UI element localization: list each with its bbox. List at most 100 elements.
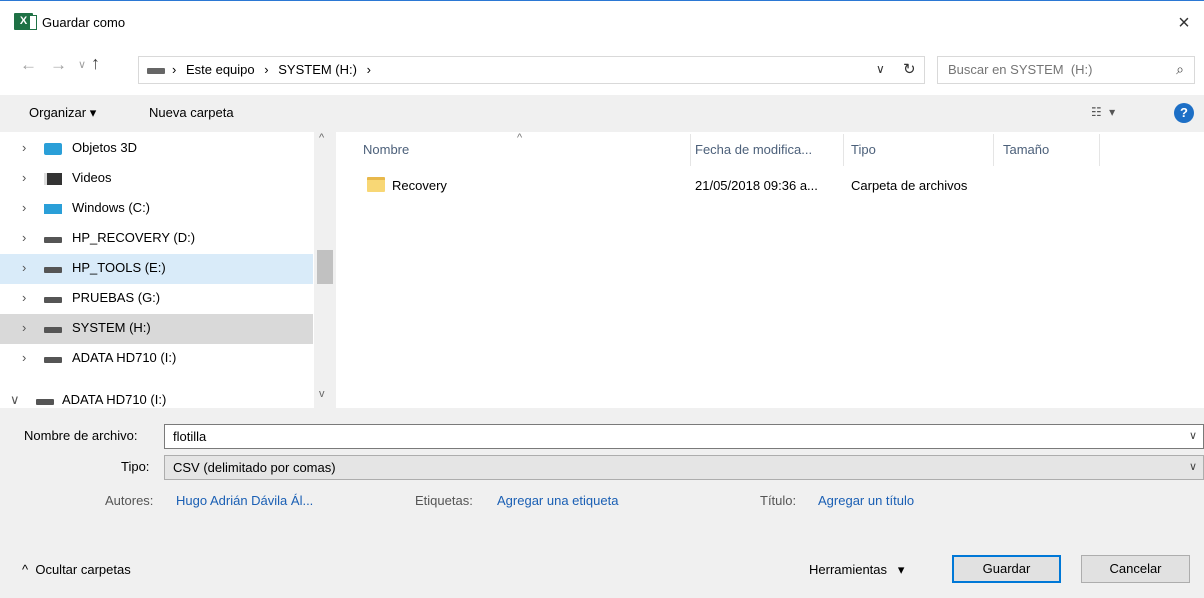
cube-icon (44, 143, 62, 155)
save-button[interactable]: Guardar (952, 555, 1061, 583)
film-icon (44, 173, 62, 185)
title-value[interactable]: Agregar un título (818, 493, 914, 508)
nav-item-label: ADATA HD710 (I:) (72, 350, 177, 365)
column-header-type[interactable]: Tipo (851, 142, 876, 157)
drive-icon (44, 327, 62, 333)
expand-chevron-icon[interactable]: › (22, 170, 26, 185)
tools-button[interactable]: Herramientas ▾ (809, 562, 904, 578)
expand-chevron-icon[interactable]: › (22, 140, 26, 155)
tags-label: Etiquetas: (415, 493, 473, 508)
save-options-panel: Nombre de archivo: ∨ Tipo: CSV (delimita… (0, 408, 1204, 598)
drive-icon (36, 399, 54, 405)
up-arrow-icon[interactable]: ↑ (91, 53, 100, 74)
expand-chevron-icon[interactable]: › (22, 200, 26, 215)
tags-value[interactable]: Agregar una etiqueta (497, 493, 618, 508)
tools-label: Herramientas (809, 562, 888, 577)
nav-item-pruebas[interactable]: › PRUEBAS (G:) (0, 284, 313, 314)
nav-item-label: Videos (72, 170, 112, 185)
column-header-name[interactable]: Nombre (363, 142, 409, 157)
file-name-cell[interactable]: Recovery (392, 178, 447, 193)
column-divider[interactable] (843, 134, 844, 166)
scrollbar-thumb[interactable] (317, 250, 333, 284)
filename-label: Nombre de archivo: (24, 428, 138, 443)
expand-chevron-icon[interactable]: › (22, 290, 26, 305)
column-header-date[interactable]: Fecha de modifica... (695, 142, 812, 157)
nav-item-3d-objects[interactable]: › Objetos 3D (0, 134, 313, 164)
breadcrumb-separator: › (264, 62, 269, 77)
search-box[interactable]: ⌕ (937, 56, 1195, 84)
hide-folders-button[interactable]: ^ Ocultar carpetas (22, 562, 131, 577)
drive-icon (44, 357, 62, 363)
navigation-pane: › Objetos 3D › Videos › Windows (C:) › H… (0, 132, 336, 408)
collapse-chevron-icon[interactable]: ∨ (10, 392, 20, 408)
filename-dropdown-chevron-icon[interactable]: ∨ (1189, 429, 1197, 442)
file-type-select[interactable]: CSV (delimitado por comas) ∨ (164, 455, 1204, 480)
column-divider[interactable] (993, 134, 994, 166)
forward-arrow-icon[interactable]: → (50, 55, 67, 75)
tools-dropdown-icon: ▾ (897, 562, 905, 577)
address-dropdown-chevron-icon[interactable]: ∨ (876, 62, 885, 76)
file-type-cell: Carpeta de archivos (851, 178, 968, 193)
window-title: Guardar como (42, 15, 126, 30)
address-bar[interactable]: › Este equipo › SYSTEM (H:) › ∨ ↻ (138, 56, 925, 84)
breadcrumb-system-drive[interactable]: SYSTEM (H:) (278, 62, 357, 77)
nav-item-label: Windows (C:) (72, 200, 151, 215)
filename-input[interactable] (173, 429, 1133, 444)
cancel-button[interactable]: Cancelar (1081, 555, 1190, 583)
nav-item-hp-recovery[interactable]: › HP_RECOVERY (D:) (0, 224, 313, 254)
file-type-value: CSV (delimitado por comas) (173, 460, 336, 475)
authors-value[interactable]: Hugo Adrián Dávila Ál... (176, 493, 313, 508)
nav-item-label: Objetos 3D (72, 140, 138, 155)
nav-item-label: HP_TOOLS (E:) (72, 260, 166, 275)
nav-item-hp-tools[interactable]: › HP_TOOLS (E:) (0, 254, 313, 284)
breadcrumb-separator: › (172, 62, 177, 77)
drive-icon (44, 237, 62, 243)
navigation-scrollbar[interactable]: ^ v (314, 132, 336, 408)
expand-chevron-icon[interactable]: › (22, 350, 26, 365)
expand-chevron-icon[interactable]: › (22, 230, 26, 245)
column-header-size[interactable]: Tamaño (1003, 142, 1049, 157)
breadcrumb-separator[interactable]: › (367, 62, 371, 77)
drive-icon (44, 267, 62, 273)
close-button[interactable]: × (1164, 5, 1204, 41)
view-options-icon[interactable]: ☷ ▾ (1091, 105, 1117, 119)
excel-app-icon: X (14, 13, 37, 30)
column-divider[interactable] (690, 134, 691, 166)
nav-item-label: PRUEBAS (G:) (72, 290, 161, 305)
filename-combobox[interactable]: ∨ (164, 424, 1204, 449)
hide-folders-label: Ocultar carpetas (35, 562, 131, 577)
help-icon[interactable]: ? (1174, 103, 1194, 123)
file-type-dropdown-chevron-icon[interactable]: ∨ (1189, 460, 1197, 473)
expand-chevron-icon[interactable]: › (22, 260, 26, 275)
expand-chevron-icon[interactable]: › (22, 320, 26, 335)
title-label: Título: (760, 493, 797, 508)
nav-item-adata-2[interactable]: ∨ ADATA HD710 (I:) (0, 386, 313, 408)
sort-ascending-icon: ^ (517, 132, 523, 144)
recent-locations-chevron-icon[interactable]: ∨ (78, 58, 86, 71)
breadcrumb-this-pc[interactable]: Este equipo (186, 62, 255, 77)
refresh-icon[interactable]: ↻ (903, 60, 916, 78)
nav-item-videos[interactable]: › Videos (0, 164, 313, 194)
nav-item-system[interactable]: › SYSTEM (H:) (0, 314, 313, 344)
column-divider[interactable] (1099, 134, 1100, 166)
chevron-up-icon: ^ (22, 562, 29, 577)
scroll-up-icon[interactable]: ^ (319, 132, 324, 144)
nav-item-windows-c[interactable]: › Windows (C:) (0, 194, 313, 224)
nav-item-adata-1[interactable]: › ADATA HD710 (I:) (0, 344, 313, 374)
authors-label: Autores: (105, 493, 154, 508)
nav-item-label: HP_RECOVERY (D:) (72, 230, 196, 245)
back-arrow-icon[interactable]: ← (20, 55, 37, 75)
nav-item-label: SYSTEM (H:) (72, 320, 151, 335)
file-date-cell: 21/05/2018 09:36 a... (695, 178, 818, 193)
organize-button[interactable]: Organizar ▾ (29, 105, 96, 121)
search-icon[interactable]: ⌕ (1176, 61, 1184, 78)
new-folder-button[interactable]: Nueva carpeta (149, 105, 234, 120)
nav-item-label: ADATA HD710 (I:) (62, 392, 167, 407)
windows-drive-icon (44, 204, 62, 214)
drive-icon (44, 297, 62, 303)
search-input[interactable] (948, 62, 1148, 77)
folder-icon (367, 177, 385, 192)
scroll-down-icon[interactable]: v (319, 388, 325, 400)
title-bar: X Guardar como × (0, 0, 1204, 44)
breadcrumb: › Este equipo › SYSTEM (H:) › (172, 62, 377, 77)
